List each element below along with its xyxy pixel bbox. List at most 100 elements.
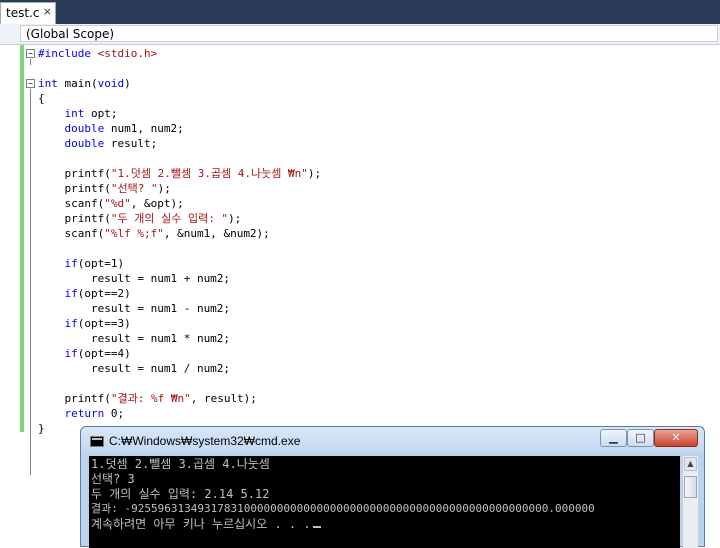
code-line: printf("선택? "); — [38, 181, 171, 196]
console-line: 1.덧셈 2.뺄셈 3.곱셈 4.나눗셈 — [91, 457, 270, 471]
code-token: ); — [307, 167, 322, 180]
code-line: #include <stdio.h> — [38, 46, 157, 61]
code-token: ); — [157, 182, 171, 195]
code-token: result = num1 * num2; — [38, 332, 231, 345]
code-line: int main(void) — [38, 76, 131, 91]
code-token: printf( — [38, 212, 111, 225]
code-token: result = num1 - num2; — [38, 302, 231, 315]
minimize-button[interactable]: ▁ — [600, 429, 627, 447]
code-token: result = num1 + num2; — [38, 272, 231, 285]
code-line: int opt; — [38, 106, 118, 121]
code-line: printf("1.덧셈 2.뺄셈 3.곱셈 4.나눗셈 ₩n"); — [38, 166, 321, 181]
code-token: ); — [228, 212, 242, 225]
console-line: 선택? 3 — [91, 472, 135, 486]
code-line: if(opt==2) — [38, 286, 131, 301]
fold-include-icon[interactable]: − — [26, 49, 35, 58]
document-tab-bar: test.c × — [0, 0, 720, 24]
code-line: printf("두 개의 실수 입력: "); — [38, 211, 241, 226]
code-line: result = num1 - num2; — [38, 301, 230, 316]
keyword-token: if — [64, 347, 78, 360]
code-token: num1, num2; — [104, 122, 184, 135]
code-line: { — [38, 91, 45, 106]
console-output[interactable]: 1.덧셈 2.뺄셈 3.곱셈 4.나눗셈 선택? 3 두 개의 실수 입력: 2… — [89, 456, 680, 548]
code-line: if(opt==3) — [38, 316, 131, 331]
keyword-token: int — [38, 77, 58, 90]
code-token: scanf( — [38, 227, 105, 240]
fold-main-icon[interactable]: − — [26, 79, 35, 88]
code-token: 0; — [104, 407, 125, 420]
text-cursor — [312, 526, 321, 528]
scroll-up-icon[interactable]: ▲ — [684, 457, 697, 471]
string-token: "%d" — [104, 197, 131, 210]
scope-dropdown[interactable]: (Global Scope) — [20, 25, 718, 42]
console-window[interactable]: C:₩Windows₩system32₩cmd.exe ▁ □ ✕ 1.덧셈 2… — [80, 426, 705, 548]
console-prompt-line: 계속하려면 아무 키나 누르십시오 . . . — [91, 516, 321, 532]
code-line: return 0; — [38, 406, 125, 421]
preprocessor-token: #include — [38, 47, 98, 60]
keyword-token: double — [64, 122, 105, 135]
code-token: , result); — [190, 392, 257, 405]
code-line: if(opt=1) — [38, 256, 125, 271]
code-token: result; — [104, 137, 158, 150]
code-line: scanf("%lf %;f", &num1, &num2); — [38, 226, 270, 241]
scroll-thumb[interactable] — [684, 476, 697, 498]
navigation-bar: (Global Scope) — [0, 24, 720, 45]
tab-label: test.c — [6, 6, 40, 20]
console-prompt-text: 계속하려면 아무 키나 누르십시오 . . . — [91, 517, 311, 531]
code-token: , &num1, &num2); — [163, 227, 270, 240]
code-token: printf( — [38, 392, 111, 405]
code-token: opt; — [84, 107, 118, 120]
keyword-token: if — [64, 257, 78, 270]
code-token: ) — [124, 77, 131, 90]
console-line: 두 개의 실수 입력: 2.14 5.12 — [91, 487, 270, 501]
code-token: scanf( — [38, 197, 105, 210]
close-button[interactable]: ✕ — [654, 429, 698, 447]
string-token: <stdio.h> — [97, 47, 158, 60]
code-token: , &opt); — [130, 197, 184, 210]
code-token: main( — [57, 77, 98, 90]
keyword-token: if — [64, 287, 78, 300]
console-scrollbar[interactable]: ▲ — [682, 456, 698, 548]
keyword-token: void — [97, 77, 125, 90]
code-line: double num1, num2; — [38, 121, 184, 136]
scope-value: (Global Scope) — [26, 27, 115, 41]
outline-guide-main — [30, 89, 31, 475]
tab-test-c[interactable]: test.c × — [0, 2, 56, 24]
code-line: result = num1 * num2; — [38, 331, 230, 346]
console-title: C:₩Windows₩system32₩cmd.exe — [109, 434, 301, 448]
code-line: if(opt==4) — [38, 346, 131, 361]
outline-guide-include — [30, 59, 31, 65]
code-token: (opt==2) — [77, 287, 131, 300]
string-token: "%lf %;f" — [104, 227, 164, 240]
console-titlebar[interactable]: C:₩Windows₩system32₩cmd.exe ▁ □ ✕ — [81, 427, 704, 454]
code-token: (opt==3) — [77, 317, 131, 330]
code-token: { — [38, 92, 45, 105]
code-line: double result; — [38, 136, 158, 151]
string-token: "선택? " — [110, 182, 158, 195]
code-token: } — [38, 422, 45, 435]
code-token: (opt=1) — [77, 257, 125, 270]
maximize-button[interactable]: □ — [627, 429, 654, 447]
console-line: 결과: -92559631349317831000000000000000000… — [91, 502, 595, 515]
code-line: scanf("%d", &opt); — [38, 196, 184, 211]
string-token: "두 개의 실수 입력: " — [110, 212, 229, 225]
string-token: "결과: %f ₩n" — [110, 392, 191, 405]
keyword-token: return — [64, 407, 105, 420]
keyword-token: if — [64, 317, 78, 330]
saved-changes-bar — [20, 45, 24, 432]
code-line: result = num1 + num2; — [38, 271, 230, 286]
cmd-icon — [90, 436, 104, 447]
code-token: printf( — [38, 182, 111, 195]
tab-close-icon[interactable]: × — [43, 5, 52, 18]
code-token: (opt==4) — [77, 347, 131, 360]
code-line: printf("결과: %f ₩n", result); — [38, 391, 257, 406]
keyword-token: double — [64, 137, 105, 150]
keyword-token: int — [64, 107, 85, 120]
